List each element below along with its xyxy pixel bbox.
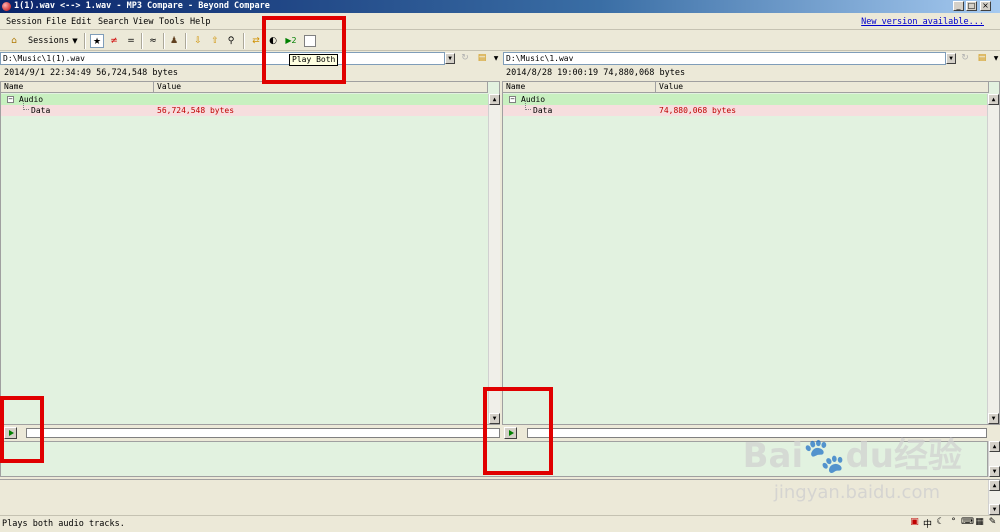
status-bar: Plays both audio tracks. ▣ 中 ☾ ° ⌨ ▦ ✎: [0, 515, 1000, 532]
scroll-up-button[interactable]: ▲: [489, 94, 500, 105]
scroll-down-button[interactable]: ▼: [489, 413, 500, 424]
next-difference-icon[interactable]: ⇩: [191, 34, 205, 48]
right-pane[interactable]: Name Value − Audio Data 74,880,068 bytes…: [502, 81, 1000, 425]
binoculars-icon[interactable]: ⚲: [224, 34, 238, 48]
scroll-down-button[interactable]: ▼: [989, 466, 1000, 477]
right-path-dropdown[interactable]: ▼: [946, 53, 956, 64]
collapse-icon[interactable]: −: [509, 96, 516, 103]
scroll-up-button[interactable]: ▲: [989, 480, 1000, 491]
toolbar-separator: [84, 33, 86, 49]
app-icon: [2, 2, 11, 11]
collapse-icon[interactable]: −: [7, 96, 14, 103]
rules-icon[interactable]: ≈: [146, 34, 160, 48]
minimize-button[interactable]: _: [953, 1, 964, 11]
grid-icon[interactable]: ▦: [974, 517, 985, 531]
folder-icon[interactable]: ▤: [975, 52, 989, 65]
previous-difference-icon[interactable]: ⇧: [208, 34, 222, 48]
keyboard-icon[interactable]: ⌨: [961, 517, 974, 531]
play-both-icon[interactable]: ◐: [266, 34, 280, 48]
menu-search[interactable]: Search: [98, 17, 129, 27]
tree-row-data[interactable]: Data 56,724,548 bytes: [1, 103, 488, 116]
menu-file[interactable]: File: [46, 17, 66, 27]
sessions-button[interactable]: Sessions: [28, 34, 69, 48]
left-file-info: 2014/9/1 22:34:49 56,724,548 bytes: [4, 68, 178, 78]
toolbar: ⌂ Sessions ▼ ★ ≠ = ≈ ♟ ⇩ ⇧ ⚲ ⇄ ◐ ▶2: [0, 31, 1000, 51]
right-file-info: 2014/8/28 19:00:19 74,880,068 bytes: [506, 68, 686, 78]
wrench-icon[interactable]: ✎: [987, 517, 998, 531]
play-two-icon[interactable]: ▶2: [283, 34, 299, 48]
right-vertical-scrollbar[interactable]: ▲ ▼: [987, 94, 999, 424]
ime-toolbar: ▣ 中 ☾ ° ⌨ ▦ ✎: [909, 517, 998, 531]
swap-icon[interactable]: ⇄: [249, 34, 263, 48]
value-column-header[interactable]: Value: [656, 82, 989, 93]
ime-logo-icon[interactable]: ▣: [909, 517, 920, 531]
row-name: Data: [31, 106, 51, 115]
close-button[interactable]: ×: [980, 1, 991, 11]
scroll-down-button[interactable]: ▼: [989, 504, 1000, 515]
tree-row-data[interactable]: Data 74,880,068 bytes: [503, 103, 989, 116]
person-icon[interactable]: ♟: [167, 34, 181, 48]
name-column-header[interactable]: Name: [503, 82, 656, 93]
left-path-dropdown[interactable]: ▼: [445, 53, 455, 64]
tooltip: Play Both: [289, 54, 339, 66]
menu-edit[interactable]: Edit: [71, 17, 91, 27]
status-text: Plays both audio tracks.: [2, 519, 125, 529]
moon-icon[interactable]: ☾: [935, 517, 946, 531]
toolbar-separator: [163, 33, 165, 49]
menu-bar: Session File Edit Search View Tools Help…: [0, 14, 1000, 30]
menu-view[interactable]: View: [133, 17, 153, 27]
punctuation-icon[interactable]: °: [948, 517, 959, 531]
lower-vertical-scrollbar[interactable]: ▲ ▼: [988, 441, 1000, 477]
tree-connector: [23, 103, 29, 110]
chevron-down-icon[interactable]: ▼: [989, 52, 1000, 65]
maximize-button[interactable]: □: [966, 1, 977, 11]
scroll-up-button[interactable]: ▲: [988, 94, 999, 105]
toolbar-separator: [185, 33, 187, 49]
left-path-input[interactable]: D:\Music\1(1).wav: [0, 52, 445, 65]
stop-icon[interactable]: [304, 35, 316, 47]
folder-icon[interactable]: ▤: [475, 52, 489, 65]
value-column-header[interactable]: Value: [154, 82, 488, 93]
menu-help[interactable]: Help: [190, 17, 210, 27]
left-audio-track[interactable]: [26, 428, 500, 438]
menu-session[interactable]: Session: [6, 17, 42, 27]
watermark-url: jingyan.baidu.com: [773, 482, 940, 503]
left-vertical-scrollbar[interactable]: ▲ ▼: [488, 94, 500, 424]
left-play-button[interactable]: [4, 427, 17, 439]
refresh-icon[interactable]: ↻: [958, 52, 972, 65]
title-bar: 1(1).wav <--> 1.wav - MP3 Compare - Beyo…: [0, 0, 1000, 13]
row-name: Data: [533, 106, 553, 115]
new-version-link[interactable]: New version available...: [861, 17, 984, 27]
right-play-button[interactable]: [504, 427, 517, 439]
toolbar-separator: [243, 33, 245, 49]
home-icon[interactable]: ⌂: [6, 34, 22, 48]
tree-row-audio[interactable]: − Audio: [503, 94, 989, 105]
refresh-icon[interactable]: ↻: [458, 52, 472, 65]
tree-row-audio[interactable]: − Audio: [1, 94, 488, 105]
right-path-input[interactable]: D:\Music\1.wav: [503, 52, 946, 65]
show-differences-icon[interactable]: ≠: [107, 34, 121, 48]
show-all-icon[interactable]: ★: [90, 34, 104, 48]
name-column-header[interactable]: Name: [1, 82, 154, 93]
ime-language[interactable]: 中: [922, 517, 933, 531]
left-pane[interactable]: Name Value − Audio Data 56,724,548 bytes…: [0, 81, 500, 425]
bottom-vertical-scrollbar[interactable]: ▲ ▼: [988, 480, 1000, 515]
row-value: 56,724,548 bytes: [157, 106, 235, 115]
chevron-down-icon[interactable]: ▼: [489, 52, 503, 65]
scroll-up-button[interactable]: ▲: [989, 441, 1000, 452]
menu-tools[interactable]: Tools: [159, 17, 185, 27]
baidu-watermark: Bai🐾du经验: [742, 436, 962, 476]
row-value: 74,880,068 bytes: [659, 106, 737, 115]
window-title: 1(1).wav <--> 1.wav - MP3 Compare - Beyo…: [14, 1, 270, 11]
tree-connector: [525, 103, 531, 110]
chevron-down-icon[interactable]: ▼: [70, 34, 80, 48]
toolbar-separator: [141, 33, 143, 49]
scroll-down-button[interactable]: ▼: [988, 413, 999, 424]
show-same-icon[interactable]: =: [124, 34, 138, 48]
